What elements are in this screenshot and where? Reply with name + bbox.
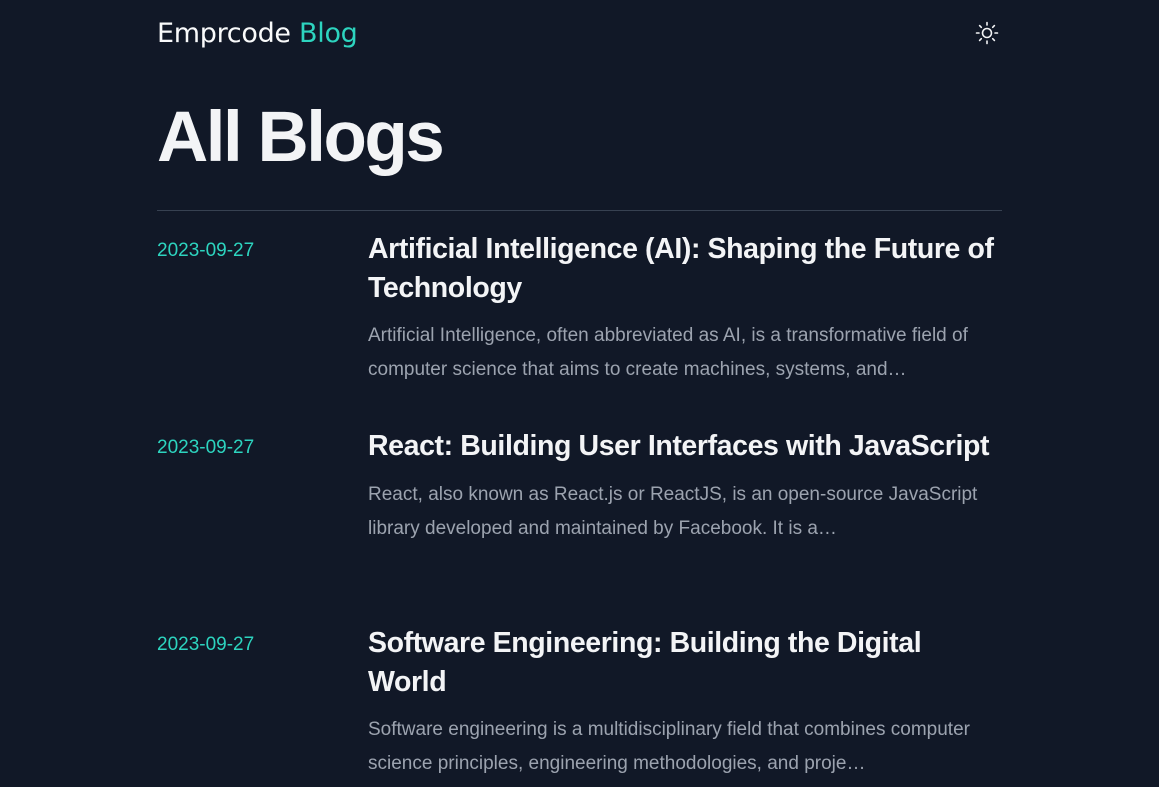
page-container: Emprcode Blog All Blogs 2023-09-27 Artif… — [157, 0, 1002, 787]
title-divider — [157, 210, 1002, 211]
post-title-link[interactable]: React: Building User Interfaces with Jav… — [368, 427, 1002, 466]
sun-icon — [975, 21, 999, 45]
site-logo-link[interactable]: Emprcode Blog — [157, 14, 358, 54]
theme-toggle-button[interactable] — [972, 18, 1002, 48]
post-body: Artificial Intelligence (AI): Shaping th… — [368, 230, 1002, 387]
post-excerpt: Artificial Intelligence, often abbreviat… — [368, 325, 968, 380]
post-body: React: Building User Interfaces with Jav… — [368, 427, 1002, 546]
post-date: 2023-09-27 — [157, 240, 255, 261]
post-date: 2023-09-27 — [157, 634, 255, 655]
brand-suffix: Blog — [299, 18, 358, 49]
post-body: Software Engineering: Building the Digit… — [368, 624, 1002, 781]
post-title-link[interactable]: Artificial Intelligence (AI): Shaping th… — [368, 230, 1002, 307]
page-title: All Blogs — [157, 98, 445, 177]
post-excerpt: React, also known as React.js or ReactJS… — [368, 483, 978, 539]
post-excerpt: Software engineering is a multidisciplin… — [368, 719, 970, 774]
post-date: 2023-09-27 — [157, 437, 255, 458]
brand-name: Emprcode — [157, 18, 291, 49]
site-header: Emprcode Blog — [157, 0, 1002, 66]
post-title-link[interactable]: Software Engineering: Building the Digit… — [368, 624, 1002, 701]
